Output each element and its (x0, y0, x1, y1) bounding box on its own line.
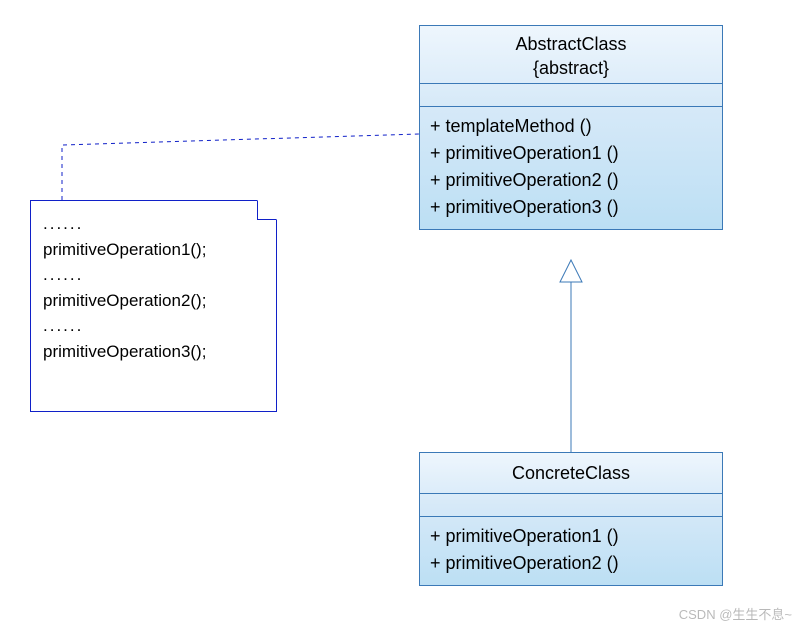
diagram-canvas: AbstractClass {abstract} + templateMetho… (0, 0, 802, 629)
note-line-0: ...... (43, 211, 264, 237)
concrete-op-primitive-2: + primitiveOperation2 () (430, 550, 712, 577)
note-line-4: ...... (43, 313, 264, 339)
concrete-class-ops: + primitiveOperation1 () + primitiveOper… (420, 517, 722, 585)
abstract-class-attrs (420, 84, 722, 107)
abstract-class-stereotype: {abstract} (428, 56, 714, 80)
op-primitive-1: + primitiveOperation1 () (430, 140, 712, 167)
note-line-1: primitiveOperation1(); (43, 237, 264, 263)
op-primitive-3: + primitiveOperation3 () (430, 194, 712, 221)
note-box: ...... primitiveOperation1(); ...... pri… (30, 200, 277, 412)
note-fold-icon (256, 201, 276, 221)
concrete-class-name: ConcreteClass (512, 463, 630, 483)
abstract-class-box: AbstractClass {abstract} + templateMetho… (419, 25, 723, 230)
abstract-class-title: AbstractClass {abstract} (420, 26, 722, 84)
op-primitive-2: + primitiveOperation2 () (430, 167, 712, 194)
generalization-arrowhead (560, 260, 582, 282)
note-line-5: primitiveOperation3(); (43, 339, 264, 365)
concrete-class-title: ConcreteClass (420, 453, 722, 494)
abstract-class-name: AbstractClass (515, 34, 626, 54)
concrete-class-attrs (420, 494, 722, 517)
op-template-method: + templateMethod () (430, 113, 712, 140)
watermark: CSDN @生生不息~ (679, 604, 792, 623)
abstract-class-ops: + templateMethod () + primitiveOperation… (420, 107, 722, 229)
note-anchor-line (62, 134, 419, 200)
note-line-2: ...... (43, 262, 264, 288)
note-line-3: primitiveOperation2(); (43, 288, 264, 314)
concrete-op-primitive-1: + primitiveOperation1 () (430, 523, 712, 550)
concrete-class-box: ConcreteClass + primitiveOperation1 () +… (419, 452, 723, 586)
